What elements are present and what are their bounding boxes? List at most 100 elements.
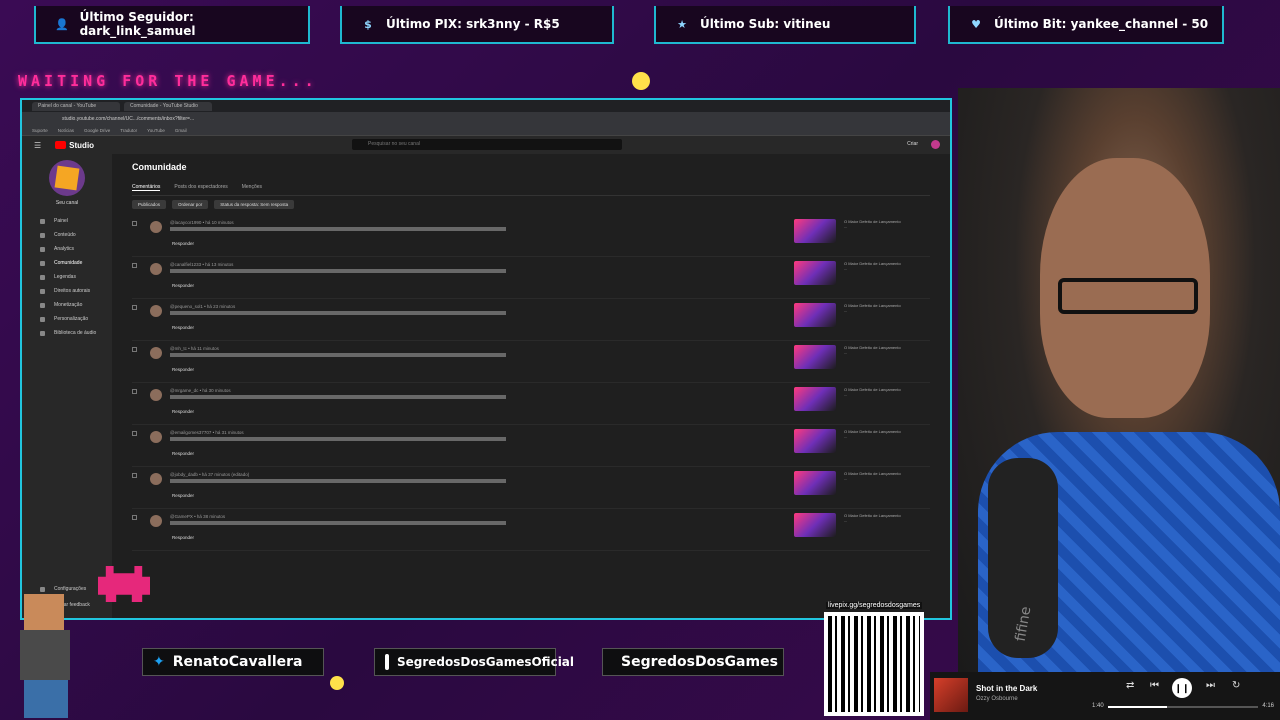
- video-title[interactable]: O Maior Defeito de Lançamento ...: [844, 303, 904, 313]
- browser-tab[interactable]: Comunidade - YouTube Studio: [124, 101, 212, 111]
- shuffle-icon[interactable]: ⇄: [1126, 680, 1134, 691]
- banner-last-follower: 👤 Último Seguidor: dark_link_samuel: [34, 6, 310, 44]
- comment-checkbox[interactable]: [132, 431, 137, 436]
- comment-row: @lacaycor1990 • há 10 minutos Responder O …: [132, 215, 930, 257]
- song-artist: Ozzy Osbourne: [976, 696, 1018, 702]
- comment-meta: @mh_tc • há 11 minutos: [170, 346, 219, 351]
- comment-checkbox[interactable]: [132, 389, 137, 394]
- menu-icon[interactable]: ☰: [34, 141, 41, 150]
- sidebar-item-legendas[interactable]: Legendas: [22, 270, 112, 284]
- next-icon[interactable]: ⏭: [1206, 680, 1215, 691]
- banner-text: Último Seguidor: dark_link_samuel: [79, 10, 196, 38]
- sidebar-item-direitos[interactable]: Direitos autorais: [22, 284, 112, 298]
- video-title[interactable]: O Maior Defeito de Lançamento ...: [844, 261, 904, 271]
- comment-checkbox[interactable]: [132, 515, 137, 520]
- avatar[interactable]: [150, 347, 162, 359]
- video-thumbnail[interactable]: [794, 513, 836, 537]
- search-input[interactable]: Pesquisar no seu canal: [352, 139, 622, 150]
- studio-sidebar: Seu canal Painel Conteúdo Analytics Comu…: [22, 154, 112, 618]
- comment-checkbox[interactable]: [132, 347, 137, 352]
- tab-posts[interactable]: Posts dos espectadores: [174, 184, 227, 191]
- comment-checkbox[interactable]: [132, 221, 137, 226]
- avatar[interactable]: [150, 389, 162, 401]
- qr-url: livepix.gg/segredosdosgames: [826, 602, 923, 609]
- decor-dot: [330, 676, 344, 690]
- previous-icon[interactable]: ⏮: [1150, 680, 1159, 691]
- video-thumbnail[interactable]: [794, 345, 836, 369]
- tab-mencoes[interactable]: Menções: [242, 184, 262, 191]
- avatar[interactable]: [150, 263, 162, 275]
- avatar[interactable]: [150, 431, 162, 443]
- filter-chip[interactable]: Ordenar por: [172, 200, 209, 209]
- account-avatar[interactable]: [931, 140, 940, 149]
- comment-checkbox[interactable]: [132, 473, 137, 478]
- banner-text: Último Sub: vitineu: [700, 17, 831, 31]
- sidebar-item-monetizacao[interactable]: Monetização: [22, 298, 112, 312]
- channel-avatar[interactable]: [49, 160, 85, 196]
- sidebar-item-personalizacao[interactable]: Personalização: [22, 312, 112, 326]
- avatar[interactable]: [150, 515, 162, 527]
- social-twitter: ✦ RenatoCavallera: [142, 648, 324, 676]
- browser-tab[interactable]: Painel do canal - YouTube: [32, 101, 120, 111]
- reply-button[interactable]: Responder: [172, 367, 194, 372]
- comment-checkbox[interactable]: [132, 305, 137, 310]
- social-label: SegredosDosGames: [621, 654, 778, 670]
- bookmark[interactable]: Tradutor: [120, 128, 137, 133]
- bookmark[interactable]: Notícias: [58, 128, 74, 133]
- avatar[interactable]: [150, 473, 162, 485]
- sidebar-item-conteudo[interactable]: Conteúdo: [22, 228, 112, 242]
- sidebar-item-audio[interactable]: Biblioteca de áudio: [22, 326, 112, 340]
- comment-checkbox[interactable]: [132, 263, 137, 268]
- studio-logo[interactable]: Studio: [55, 141, 94, 150]
- banner-text: Último PIX: srk3nny - R$5: [386, 17, 560, 31]
- video-title[interactable]: O Maior Defeito de Lançamento ...: [844, 471, 904, 481]
- video-thumbnail[interactable]: [794, 303, 836, 327]
- comment-row: @GamePX • há 38 minutos Responder O Maior …: [132, 509, 930, 551]
- reply-button[interactable]: Responder: [172, 493, 194, 498]
- address-bar[interactable]: studio.youtube.com/channel/UC.../comment…: [22, 112, 950, 126]
- bookmark[interactable]: Google Drive: [84, 128, 110, 133]
- reply-button[interactable]: Responder: [172, 409, 194, 414]
- bookmark[interactable]: YouTube: [147, 128, 165, 133]
- sidebar-item-painel[interactable]: Painel: [22, 214, 112, 228]
- comment-text: [170, 227, 650, 231]
- comment-text: [170, 353, 650, 357]
- reply-button[interactable]: Responder: [172, 241, 194, 246]
- reply-button[interactable]: Responder: [172, 283, 194, 288]
- sidebar-item-analytics[interactable]: Analytics: [22, 242, 112, 256]
- video-thumbnail[interactable]: [794, 387, 836, 411]
- video-thumbnail[interactable]: [794, 429, 836, 453]
- tab-comentarios[interactable]: Comentários: [132, 184, 161, 191]
- album-cover: [934, 678, 968, 712]
- comment-row: @jobdy_dadb • há 37 minutos (editado) Res…: [132, 467, 930, 509]
- video-thumbnail[interactable]: [794, 219, 836, 243]
- comment-row: @canalfiel1233 • há 13 minutos Responder O…: [132, 257, 930, 299]
- reply-button[interactable]: Responder: [172, 325, 194, 330]
- video-thumbnail[interactable]: [794, 261, 836, 285]
- bookmark[interactable]: Suporte: [32, 128, 48, 133]
- video-thumbnail[interactable]: [794, 471, 836, 495]
- pixel-character: [6, 594, 86, 720]
- progress-bar[interactable]: [1108, 706, 1258, 708]
- pause-button[interactable]: ❙❙: [1172, 678, 1192, 698]
- filter-bar: Publicados Ordenar por Status da respost…: [132, 200, 930, 209]
- filter-chip[interactable]: Status da resposta: Sem resposta: [214, 200, 295, 209]
- subtabs: Comentários Posts dos espectadores Mençõ…: [132, 184, 930, 196]
- filter-chip[interactable]: Publicados: [132, 200, 167, 209]
- video-title[interactable]: O Maior Defeito de Lançamento ...: [844, 345, 904, 355]
- avatar[interactable]: [150, 221, 162, 233]
- avatar[interactable]: [150, 305, 162, 317]
- video-title[interactable]: O Maior Defeito de Lançamento ...: [844, 429, 904, 439]
- reply-button[interactable]: Responder: [172, 451, 194, 456]
- create-button[interactable]: Criar: [907, 141, 918, 147]
- video-title[interactable]: O Maior Defeito de Lançamento ...: [844, 513, 904, 523]
- comment-row: @emailgomes37707 • há 31 minutos Responde…: [132, 425, 930, 467]
- webcam-feed: fifine: [958, 88, 1280, 672]
- bookmark[interactable]: Gmail: [175, 128, 187, 133]
- video-title[interactable]: O Maior Defeito de Lançamento ...: [844, 387, 904, 397]
- reply-button[interactable]: Responder: [172, 535, 194, 540]
- sidebar-item-comunidade[interactable]: Comunidade: [22, 256, 112, 270]
- video-title[interactable]: O Maior Defeito de Lançamento ...: [844, 219, 904, 229]
- comment-text: [170, 269, 650, 273]
- repeat-icon[interactable]: ↻: [1232, 680, 1240, 691]
